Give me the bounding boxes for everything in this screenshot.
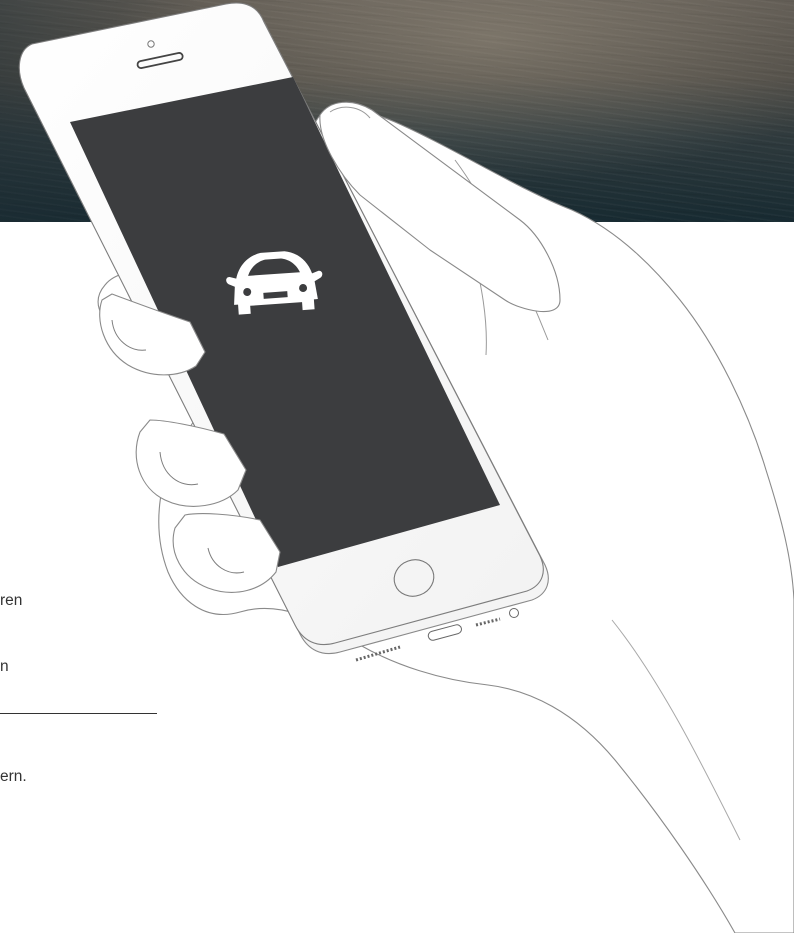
page: ren n ern.: [0, 0, 794, 933]
hand-holding-phone-illustration: [18, 2, 794, 933]
